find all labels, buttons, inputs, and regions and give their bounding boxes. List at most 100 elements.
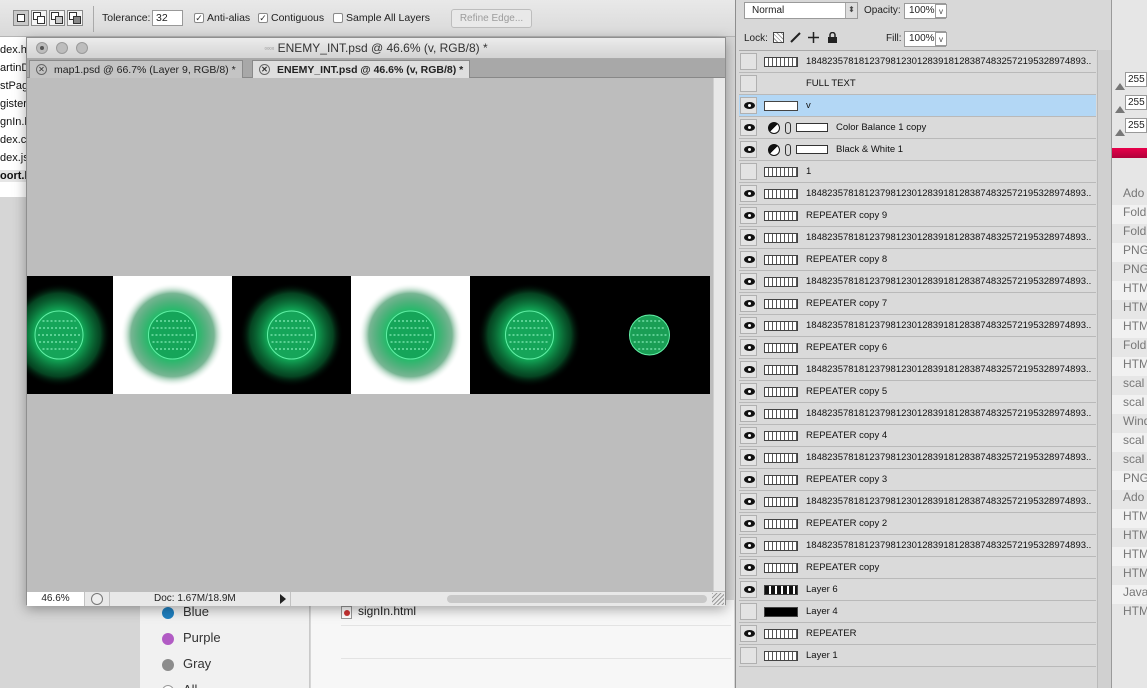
lock-transparent-pixels-icon[interactable] [773,32,784,43]
visibility-toggle[interactable] [740,163,757,180]
layer-thumbnail[interactable] [764,475,798,485]
layer-thumbnail[interactable] [764,519,798,529]
slider-triangle-icon[interactable] [1115,129,1125,136]
layer-row[interactable]: 1848235781812379812301283918128387483257… [739,447,1096,469]
layer-thumbnail[interactable] [764,189,798,199]
document-titlebar[interactable]: ▫▫▫▫ ENEMY_INT.psd @ 46.6% (v, RGB/8) * [27,38,725,59]
kind-list-item[interactable]: Fold [1112,338,1147,357]
lock-position-icon[interactable] [808,32,819,43]
layer-mask-thumbnail[interactable] [796,145,828,154]
layer-name[interactable]: REPEATER copy 8 [806,254,1091,265]
fill-dropdown-icon[interactable]: v [935,32,947,46]
contiguous-checkbox[interactable]: ✓ [258,13,268,23]
layer-thumbnail[interactable] [764,321,798,331]
layer-name[interactable]: REPEATER copy 4 [806,430,1091,441]
link-chain-icon[interactable] [785,122,791,134]
layer-thumbnail[interactable] [764,233,798,243]
layer-name[interactable]: 1848235781812379812301283918128387483257… [806,364,1091,375]
layer-thumbnail[interactable] [764,57,798,67]
slider-triangle-icon[interactable] [1115,83,1125,90]
visibility-toggle[interactable] [740,471,757,488]
tolerance-input[interactable]: 32 [152,10,183,26]
layer-row[interactable]: REPEATER copy [739,557,1096,579]
layer-name[interactable]: 1848235781812379812301283918128387483257… [806,320,1091,331]
kind-list-item[interactable]: PNG [1112,243,1147,262]
visibility-toggle[interactable] [740,273,757,290]
link-chain-icon[interactable] [785,144,791,156]
layer-name[interactable]: FULL TEXT [806,78,1091,89]
visibility-toggle[interactable] [740,581,757,598]
visibility-toggle[interactable] [740,537,757,554]
visibility-toggle[interactable] [740,559,757,576]
visibility-toggle[interactable] [740,229,757,246]
layer-thumbnail[interactable] [764,651,798,661]
kind-list-item[interactable]: Wind [1112,414,1147,433]
visibility-toggle[interactable] [740,383,757,400]
anti-alias-checkbox[interactable]: ✓ [194,13,204,23]
layer-row[interactable]: 1 [739,161,1096,183]
layer-thumbnail[interactable] [764,365,798,375]
file-list-item[interactable]: artinD [0,62,28,74]
kind-list-item[interactable]: HTM [1112,357,1147,376]
file-list-item[interactable]: oort.h [0,170,28,182]
layer-row[interactable]: Layer 1 [739,645,1096,667]
layer-row[interactable]: REPEATER copy 2 [739,513,1096,535]
visibility-toggle[interactable] [740,361,757,378]
layer-row[interactable]: 1848235781812379812301283918128387483257… [739,227,1096,249]
layer-row[interactable]: REPEATER copy 5 [739,381,1096,403]
layer-row[interactable]: REPEATER copy 7 [739,293,1096,315]
layer-row[interactable]: 1848235781812379812301283918128387483257… [739,183,1096,205]
layer-name[interactable]: REPEATER copy 9 [806,210,1091,221]
layer-name[interactable]: REPEATER copy 5 [806,386,1091,397]
file-list-item[interactable]: dex.js [0,152,28,164]
image-strip[interactable] [27,276,710,394]
layer-mask-thumbnail[interactable] [796,123,828,132]
file-list-item[interactable]: stPag [0,80,28,92]
visibility-toggle[interactable] [740,427,757,444]
zoom-level-field[interactable]: 46.6% [27,592,85,606]
layer-name[interactable]: 1848235781812379812301283918128387483257… [806,276,1091,287]
layer-thumbnail[interactable] [764,629,798,639]
refine-edge-button[interactable]: Refine Edge... [451,9,532,28]
visibility-toggle[interactable] [740,207,757,224]
visibility-toggle[interactable] [740,647,757,664]
visibility-toggle[interactable] [740,295,757,312]
layer-thumbnail[interactable] [764,541,798,551]
status-info-icon[interactable] [91,593,103,605]
layer-name[interactable]: v [806,100,1091,111]
layer-name[interactable]: 1848235781812379812301283918128387483257… [806,408,1091,419]
layer-thumbnail[interactable] [764,563,798,573]
layer-thumbnail[interactable] [764,585,798,595]
layer-name[interactable]: Layer 1 [806,650,1091,661]
layer-name[interactable]: REPEATER copy 3 [806,474,1091,485]
layer-row[interactable]: REPEATER copy 9 [739,205,1096,227]
layer-name[interactable]: 1848235781812379812301283918128387483257… [806,232,1091,243]
visibility-toggle[interactable] [740,405,757,422]
layer-row[interactable]: REPEATER copy 8 [739,249,1096,271]
lock-image-pixels-icon[interactable] [790,32,801,43]
visibility-toggle[interactable] [740,185,757,202]
layer-thumbnail[interactable] [764,497,798,507]
layers-scrollbar[interactable] [1097,50,1111,688]
layer-name[interactable]: REPEATER [806,628,1091,639]
canvas[interactable] [27,78,713,591]
layer-thumbnail[interactable] [764,343,798,353]
layer-name[interactable]: 1848235781812379812301283918128387483257… [806,452,1091,463]
kind-list-item[interactable]: Ado [1112,490,1147,509]
new-selection-mode-button[interactable] [13,10,29,26]
visibility-toggle[interactable] [740,141,757,158]
kind-list-item[interactable]: scal [1112,452,1147,471]
layer-name[interactable]: Layer 6 [806,584,1091,595]
kind-list-item[interactable]: Java [1112,585,1147,604]
visibility-toggle[interactable] [740,119,757,136]
kind-list-item[interactable]: HTM [1112,281,1147,300]
kind-list-item[interactable]: HTM [1112,509,1147,528]
layer-name[interactable]: 1848235781812379812301283918128387483257… [806,188,1091,199]
visibility-toggle[interactable] [740,53,757,70]
layer-name[interactable]: REPEATER copy 6 [806,342,1091,353]
close-tab-icon[interactable]: ✕ [259,64,270,75]
vertical-scrollbar[interactable] [713,78,725,591]
layer-name[interactable]: Layer 4 [806,606,1091,617]
visibility-toggle[interactable] [740,97,757,114]
layer-row[interactable]: Black & White 1 [739,139,1096,161]
